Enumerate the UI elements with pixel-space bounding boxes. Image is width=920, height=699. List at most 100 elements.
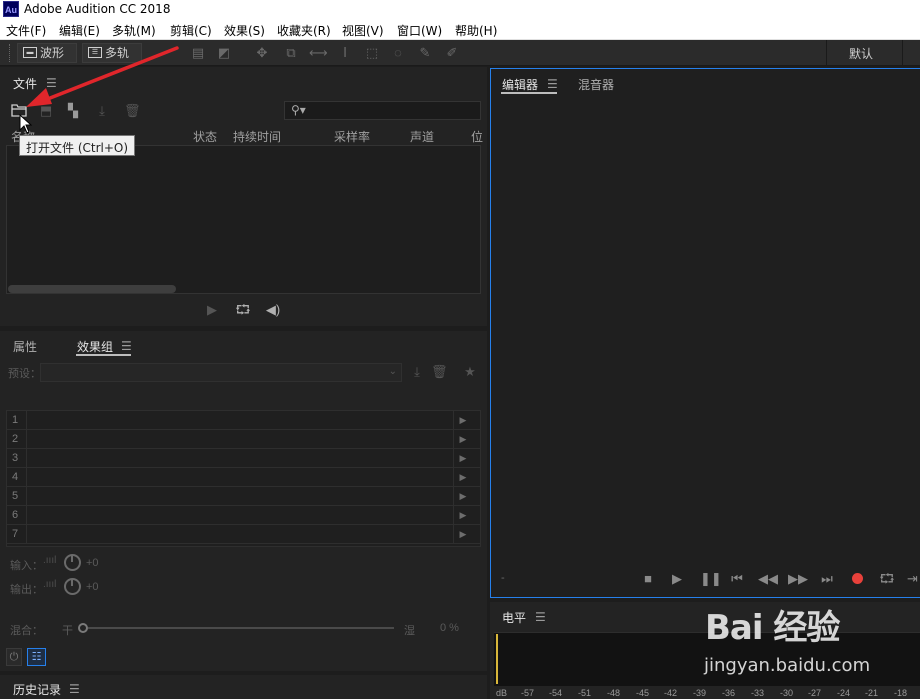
slot-arrow-icon[interactable]: ▶ <box>453 468 472 486</box>
menu-edit[interactable]: 编辑(E) <box>59 22 100 39</box>
chevron-down-icon: ⌄ <box>388 366 397 377</box>
mix-slider-thumb[interactable] <box>78 623 88 633</box>
slot-arrow-icon[interactable]: ▶ <box>453 506 472 524</box>
watermark-brand: Bai 经验 <box>705 608 840 648</box>
column-sample-rate[interactable]: 采样率 <box>334 128 370 145</box>
scale-label: -39 <box>693 688 707 698</box>
rewind-icon[interactable]: ◀◀ <box>758 571 778 587</box>
input-label: 输入： <box>10 560 43 572</box>
annotation-arrow-icon <box>26 46 179 107</box>
history-panel-menu-icon[interactable]: ☰ <box>69 682 80 696</box>
slot-number: 6 <box>12 509 19 521</box>
menu-file[interactable]: 文件(F) <box>6 22 46 39</box>
loop-icon[interactable]: ⮔ <box>879 571 895 587</box>
pitch-display-icon[interactable]: ◩ <box>216 45 232 61</box>
column-channels[interactable]: 声道 <box>410 128 434 145</box>
time-display: - <box>501 572 505 584</box>
mix-label: 混合： <box>10 625 43 637</box>
tab-properties[interactable]: 属性 <box>13 338 37 355</box>
razor-tool-icon[interactable]: ⧉ <box>283 45 299 61</box>
slot-arrow-icon[interactable]: ▶ <box>453 449 472 467</box>
lasso-tool-icon[interactable]: ◌ <box>390 45 406 61</box>
slip-tool-icon[interactable]: ⟷ <box>309 45 328 61</box>
tab-levels[interactable]: 电平 <box>502 609 526 626</box>
power-icon[interactable]: ⏻ <box>6 648 22 666</box>
effect-slot-row[interactable]: 2 ▶ <box>7 430 480 449</box>
window-title: Adobe Audition CC 2018 <box>24 2 171 16</box>
auto-play-icon[interactable]: ◀) <box>261 302 285 318</box>
effects-panel-menu-icon[interactable]: ☰ <box>121 339 132 353</box>
go-to-start-icon[interactable]: ⏮ <box>729 571 745 587</box>
output-meter-icon: .ıııl <box>43 579 57 590</box>
tab-editor[interactable]: 编辑器 <box>502 76 538 93</box>
levels-panel-menu-icon[interactable]: ☰ <box>535 610 546 624</box>
menu-clip[interactable]: 剪辑(C) <box>170 22 212 39</box>
editor-panel <box>490 68 920 598</box>
slot-arrow-icon[interactable]: ▶ <box>453 430 472 448</box>
files-search-input[interactable]: ⚲▾ <box>284 101 481 120</box>
menu-favorites[interactable]: 收藏夹(R) <box>277 22 331 39</box>
record-icon[interactable] <box>852 573 863 584</box>
level-scale: dB -57 -54 -51 -48 -45 -42 -39 -36 -33 -… <box>494 687 920 699</box>
effect-slot-row[interactable]: 1 ▶ <box>7 411 480 430</box>
menu-multitrack[interactable]: 多轨(M) <box>112 22 156 39</box>
effect-slot-row[interactable]: 7 ▶ <box>7 525 480 544</box>
workspace-default[interactable]: 默认 <box>849 45 873 62</box>
effect-slot-row[interactable]: 4 ▶ <box>7 468 480 487</box>
stop-icon[interactable]: ■ <box>641 571 655 587</box>
preset-select[interactable]: ⌄ <box>40 363 402 382</box>
spectral-display-icon[interactable]: ▤ <box>190 45 206 61</box>
play-preview-icon[interactable]: ▶ <box>205 302 219 318</box>
column-bit-depth[interactable]: 位 <box>471 128 483 145</box>
effect-slot-row[interactable]: 5 ▶ <box>7 487 480 506</box>
loop-preview-icon[interactable]: ⮔ <box>234 302 252 318</box>
marquee-tool-icon[interactable]: ⬚ <box>364 45 380 61</box>
mix-dry-label: 干 <box>62 625 73 637</box>
input-meter-icon: .ıııl <box>43 555 57 566</box>
move-tool-icon[interactable]: ✥ <box>254 45 270 61</box>
slot-arrow-icon[interactable]: ▶ <box>453 487 472 505</box>
files-list[interactable] <box>6 145 481 294</box>
output-gain-knob[interactable] <box>64 578 81 595</box>
slot-number: 2 <box>12 433 19 445</box>
column-duration[interactable]: 持续时间 <box>233 128 281 145</box>
editor-panel-menu-icon[interactable]: ☰ <box>547 77 558 91</box>
mix-value: 0 % <box>440 622 459 634</box>
play-icon[interactable]: ▶ <box>670 571 684 587</box>
tab-effects-rack[interactable]: 效果组 <box>77 338 113 355</box>
column-status[interactable]: 状态 <box>193 128 217 145</box>
delete-preset-icon[interactable]: 🗑 <box>431 364 448 380</box>
menu-window[interactable]: 窗口(W) <box>397 22 442 39</box>
scale-label: -18 <box>894 688 908 698</box>
scale-label: -30 <box>780 688 794 698</box>
effect-slot-row[interactable]: 6 ▶ <box>7 506 480 525</box>
time-selection-icon[interactable]: Ⅰ <box>337 45 353 61</box>
menu-help[interactable]: 帮助(H) <box>455 22 497 39</box>
brush-tool-icon[interactable]: ✎ <box>417 45 433 61</box>
slot-number: 3 <box>12 452 19 464</box>
scale-label: -24 <box>837 688 851 698</box>
tab-mixer[interactable]: 混音器 <box>578 76 614 93</box>
mix-slider-track[interactable] <box>88 627 394 629</box>
input-gain-knob[interactable] <box>64 554 81 571</box>
slot-arrow-icon[interactable]: ▶ <box>453 411 472 429</box>
scale-label: -57 <box>521 688 535 698</box>
toolbar-divider <box>826 40 827 66</box>
menu-view[interactable]: 视图(V) <box>342 22 384 39</box>
slot-arrow-icon[interactable]: ▶ <box>453 525 472 543</box>
favorite-star-icon[interactable]: ★ <box>462 364 478 380</box>
scale-label: dB <box>496 688 508 698</box>
go-to-end-icon[interactable]: ⏭ <box>819 571 835 587</box>
spot-healing-icon[interactable]: ✐ <box>444 45 460 61</box>
effect-slot-row[interactable]: 3 ▶ <box>7 449 480 468</box>
app-icon: Au <box>3 1 19 17</box>
toolbar-grip <box>9 44 11 62</box>
tab-history[interactable]: 历史记录 <box>13 681 61 698</box>
skip-icon[interactable]: ⇥ <box>905 571 920 587</box>
fast-forward-icon[interactable]: ▶▶ <box>788 571 808 587</box>
files-scrollbar[interactable] <box>8 285 176 293</box>
list-view-icon[interactable]: ☷ <box>27 648 46 666</box>
pause-icon[interactable]: ❚❚ <box>700 571 722 587</box>
menu-effects[interactable]: 效果(S) <box>224 22 265 39</box>
save-preset-icon[interactable]: ⤓ <box>409 364 425 380</box>
